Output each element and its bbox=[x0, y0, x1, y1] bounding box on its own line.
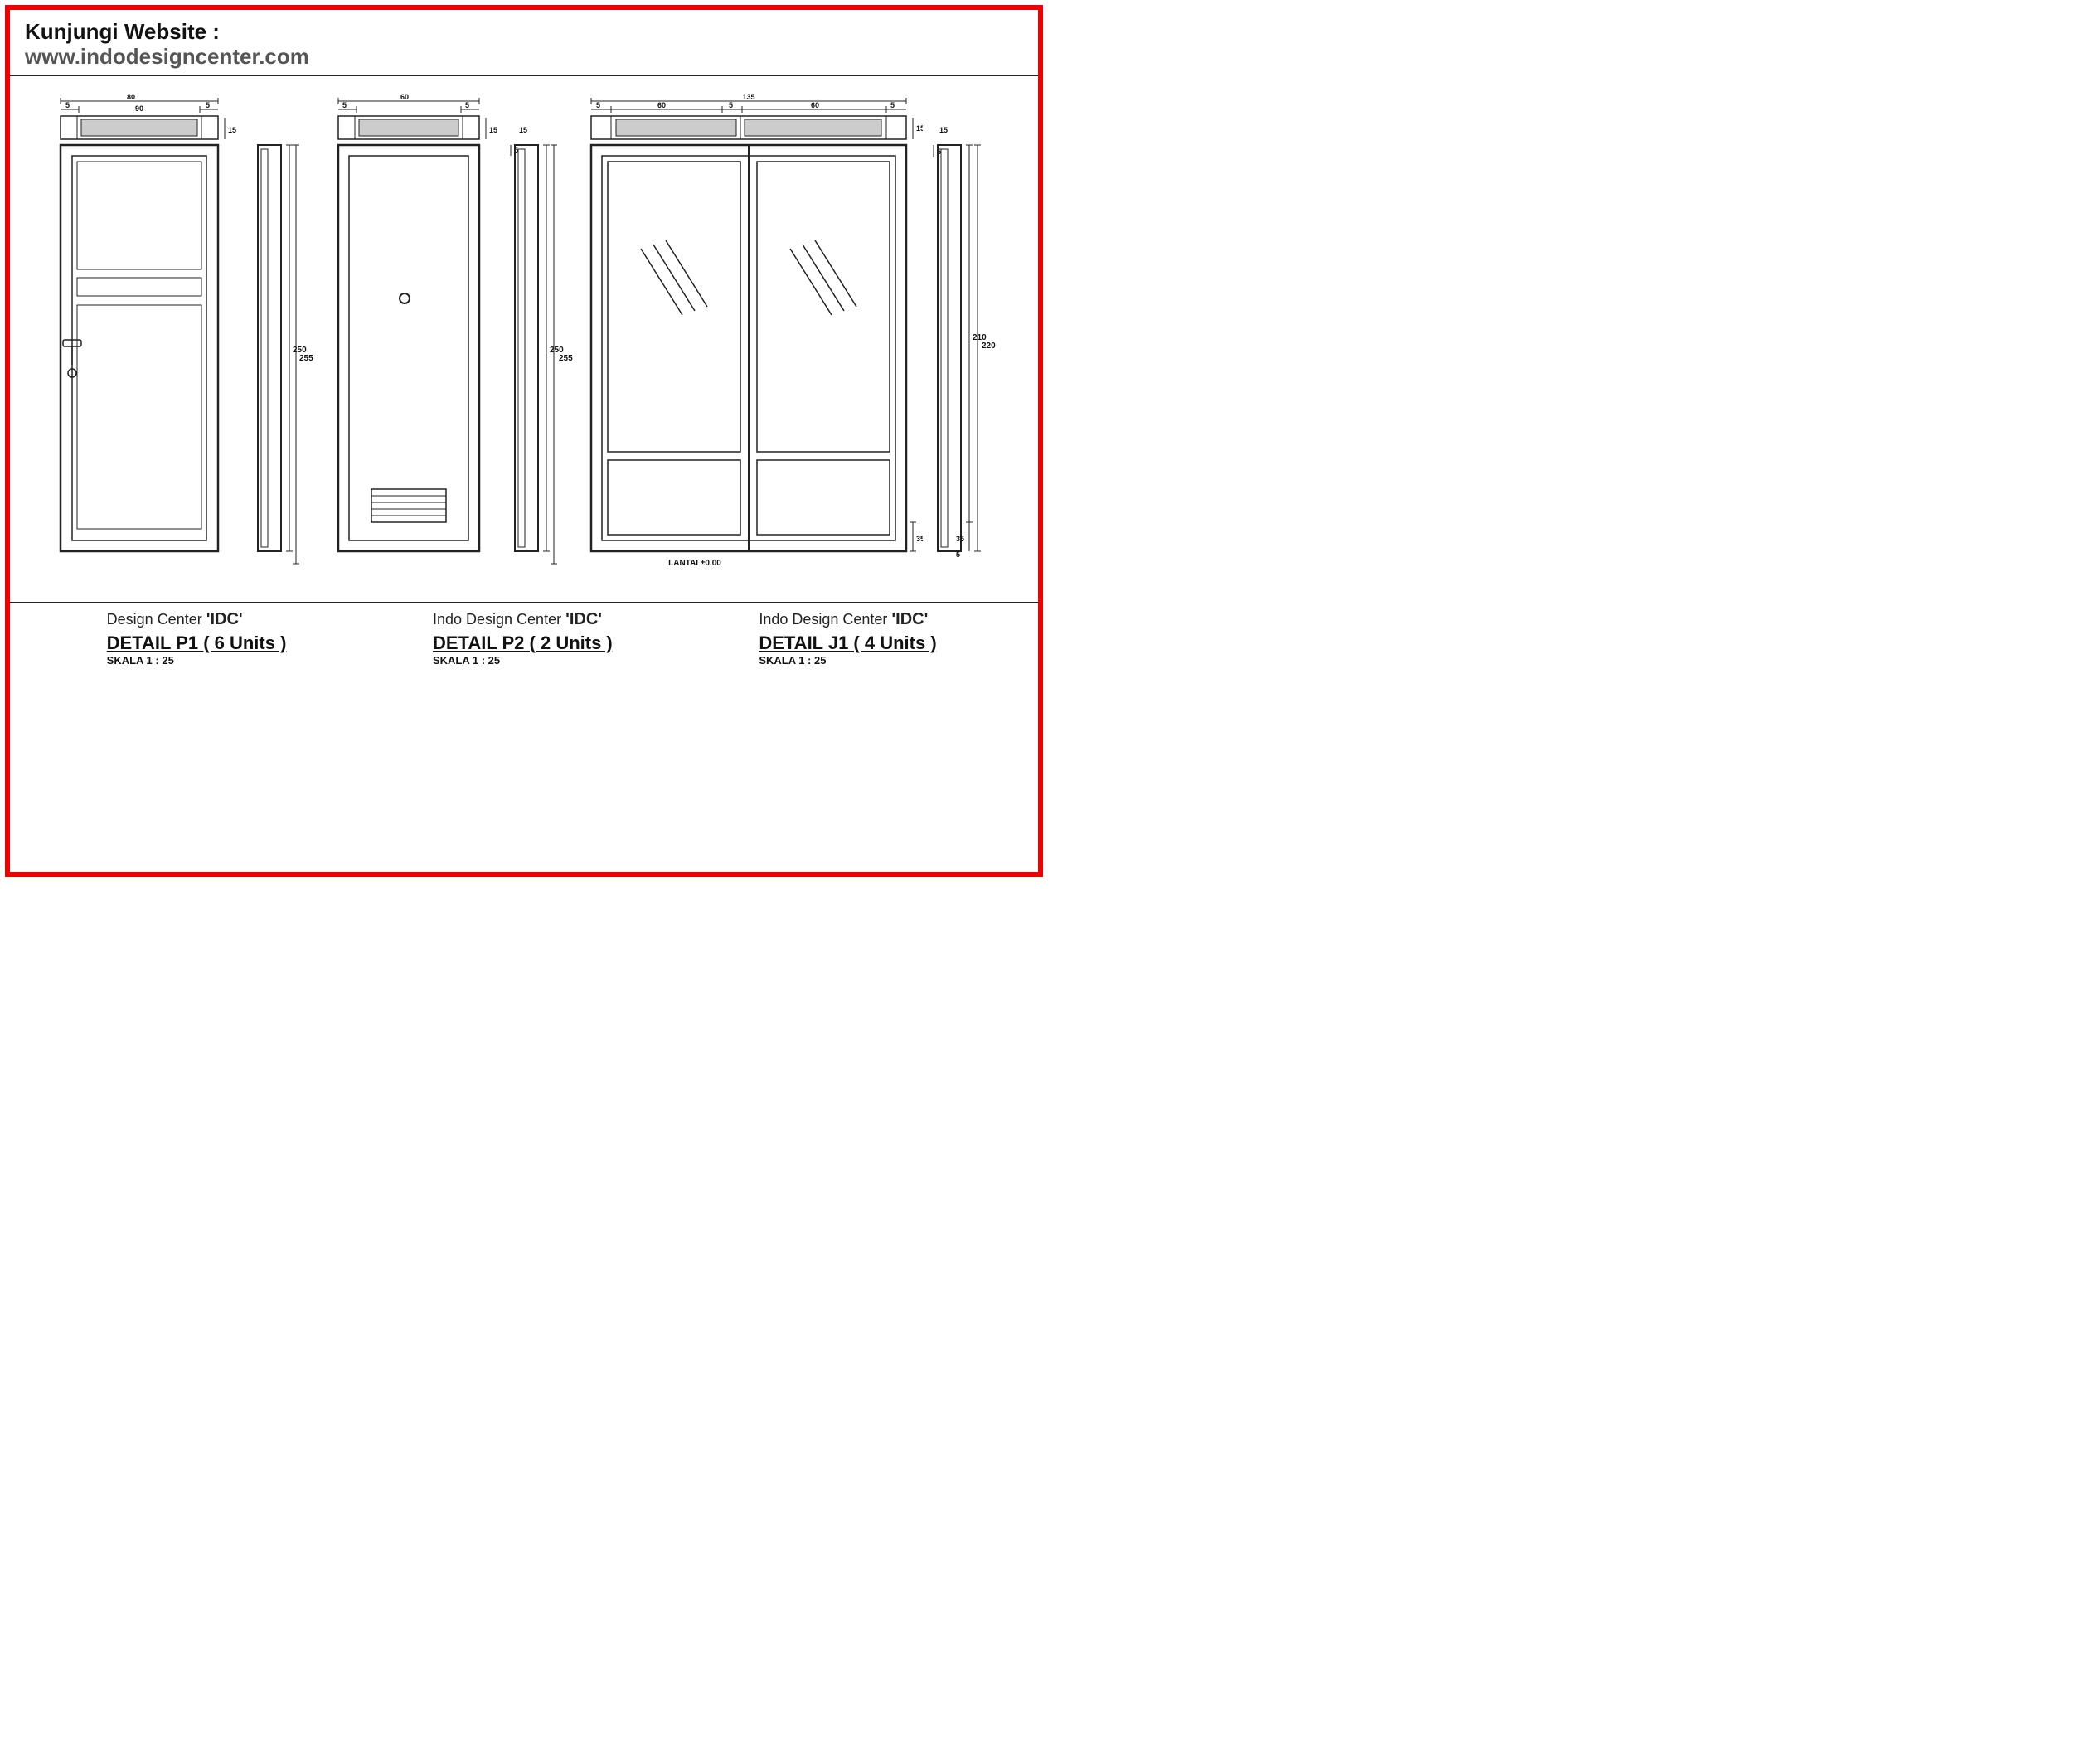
door-j1-svg: 5 60 5 60 5 135 15 bbox=[575, 83, 923, 597]
header-url: www.indodesigncenter.com bbox=[25, 44, 1023, 70]
svg-text:15: 15 bbox=[228, 126, 236, 134]
header: Kunjungi Website : www.indodesigncenter.… bbox=[10, 10, 1038, 76]
door-p1-front: 5 80 5 90 15 bbox=[36, 83, 243, 589]
footer-p1-detail: DETAIL P1 ( 6 Units ) bbox=[107, 632, 287, 654]
svg-text:15: 15 bbox=[519, 126, 527, 134]
footer-p1: Design Center 'IDC' DETAIL P1 ( 6 Units … bbox=[107, 610, 289, 666]
footer-p1-brand: Design Center 'IDC' bbox=[107, 610, 243, 629]
svg-text:5: 5 bbox=[596, 101, 600, 109]
door-j1-front: 5 60 5 60 5 135 15 bbox=[575, 83, 923, 597]
footer-p2-scale: SKALA 1 : 25 bbox=[433, 654, 500, 666]
door-p1-side: 250 255 bbox=[250, 83, 316, 589]
footer-j1-brand: Indo Design Center 'IDC' bbox=[759, 610, 928, 629]
svg-text:135: 135 bbox=[742, 93, 754, 101]
door-p1-svg: 5 80 5 90 15 bbox=[36, 83, 243, 589]
door-j1-group: 5 60 5 60 5 135 15 bbox=[575, 83, 1012, 597]
svg-text:5: 5 bbox=[342, 101, 347, 109]
svg-text:5: 5 bbox=[66, 101, 70, 109]
drawings-area: 5 80 5 90 15 bbox=[10, 83, 1038, 597]
svg-text:15: 15 bbox=[489, 126, 497, 134]
footer-p2-detail: DETAIL P2 ( 2 Units ) bbox=[433, 632, 613, 654]
svg-text:5: 5 bbox=[729, 101, 733, 109]
door-p1-group: 5 80 5 90 15 bbox=[36, 83, 316, 589]
door-p2-group: 5 60 5 15 bbox=[318, 83, 573, 589]
footer-j1-detail: DETAIL J1 ( 4 Units ) bbox=[759, 632, 936, 654]
svg-text:255: 255 bbox=[559, 354, 573, 363]
door-p2-side-svg: 5 15 250 255 bbox=[507, 83, 573, 589]
svg-text:255: 255 bbox=[299, 354, 313, 363]
svg-text:220: 220 bbox=[982, 342, 996, 351]
svg-text:80: 80 bbox=[127, 93, 135, 101]
door-j1-side-svg: 15 5 210 220 bbox=[929, 83, 1012, 597]
door-p2-front: 5 60 5 15 bbox=[318, 83, 500, 589]
svg-text:35: 35 bbox=[956, 535, 964, 543]
footer-area: Design Center 'IDC' DETAIL P1 ( 6 Units … bbox=[10, 602, 1038, 666]
svg-text:5: 5 bbox=[890, 101, 895, 109]
door-p1-side-svg: 250 255 bbox=[250, 83, 316, 589]
door-p2-side: 5 15 250 255 bbox=[507, 83, 573, 589]
footer-p2-brand: Indo Design Center 'IDC' bbox=[433, 610, 602, 629]
footer-p1-scale: SKALA 1 : 25 bbox=[107, 654, 174, 666]
svg-text:90: 90 bbox=[135, 104, 143, 113]
svg-text:LANTAI ±0.00: LANTAI ±0.00 bbox=[668, 559, 721, 568]
svg-text:60: 60 bbox=[657, 101, 666, 109]
svg-text:5: 5 bbox=[956, 550, 960, 559]
svg-text:15: 15 bbox=[939, 126, 948, 134]
footer-p2: Indo Design Center 'IDC' DETAIL P2 ( 2 U… bbox=[433, 610, 615, 666]
svg-text:60: 60 bbox=[400, 93, 409, 101]
outer-border: Kunjungi Website : www.indodesigncenter.… bbox=[5, 5, 1043, 877]
footer-j1: Indo Design Center 'IDC' DETAIL J1 ( 4 U… bbox=[759, 610, 941, 666]
svg-text:35: 35 bbox=[916, 535, 923, 543]
svg-text:5: 5 bbox=[206, 101, 210, 109]
door-j1-side: 15 5 210 220 bbox=[929, 83, 1012, 597]
svg-text:5: 5 bbox=[465, 101, 469, 109]
svg-text:15: 15 bbox=[916, 124, 923, 133]
footer-j1-scale: SKALA 1 : 25 bbox=[759, 654, 826, 666]
door-p2-svg: 5 60 5 15 bbox=[318, 83, 500, 589]
header-visit-label: Kunjungi Website : bbox=[25, 20, 1023, 44]
svg-text:60: 60 bbox=[811, 101, 819, 109]
